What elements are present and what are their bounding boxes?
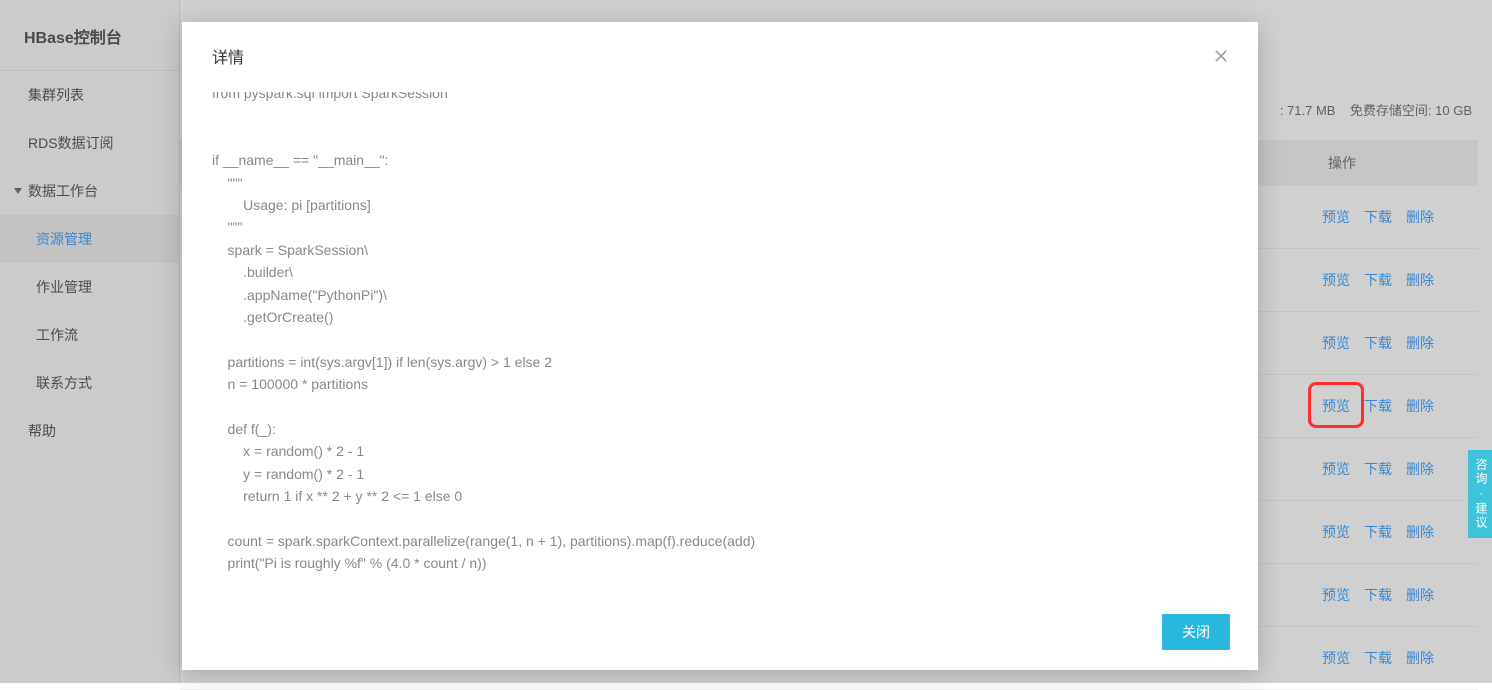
code-preview[interactable]: from pyspark.sql import SparkSession if … (212, 92, 1228, 598)
feedback-tab[interactable]: 咨询·建议 (1468, 450, 1492, 538)
close-icon[interactable] (1212, 47, 1230, 65)
modal-body: from pyspark.sql import SparkSession if … (182, 82, 1258, 598)
close-button[interactable]: 关闭 (1162, 614, 1230, 650)
modal-footer: 关闭 (182, 598, 1258, 670)
detail-modal: 详情 from pyspark.sql import SparkSession … (182, 22, 1258, 670)
modal-title: 详情 (212, 44, 244, 68)
modal-header: 详情 (182, 22, 1258, 82)
